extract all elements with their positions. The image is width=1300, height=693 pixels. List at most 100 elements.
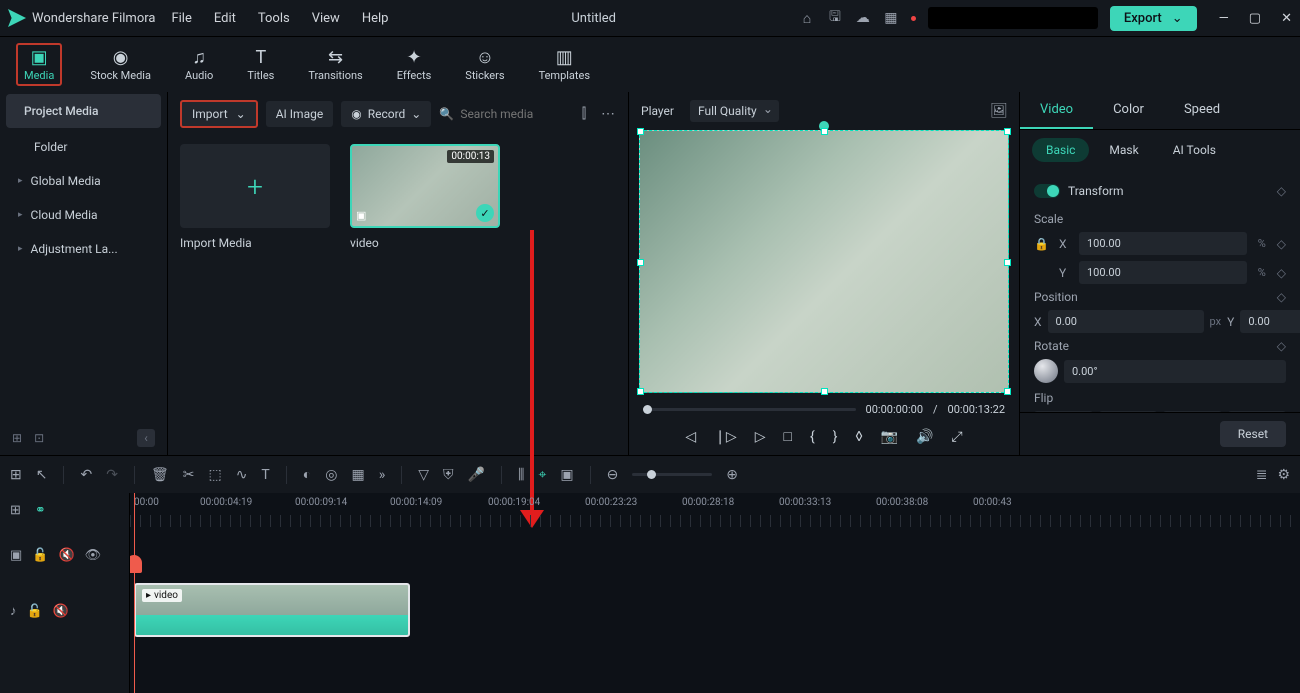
- settings-icon[interactable]: ⚙: [1277, 467, 1290, 483]
- promo-banner[interactable]: [928, 7, 1098, 29]
- mixer-icon[interactable]: ⫼: [518, 467, 524, 483]
- cloud-icon[interactable]: ☁: [855, 10, 871, 26]
- apps-icon[interactable]: ▦: [883, 10, 899, 26]
- lock-icon[interactable]: 🔒: [1034, 237, 1049, 251]
- resize-handle[interactable]: [821, 128, 828, 135]
- transform-toggle[interactable]: [1034, 184, 1060, 198]
- mute-icon[interactable]: 🔇: [53, 604, 69, 619]
- menu-edit[interactable]: Edit: [214, 11, 236, 26]
- rotate-knob[interactable]: [1034, 359, 1058, 383]
- close-button[interactable]: ✕: [1281, 11, 1292, 26]
- minimize-button[interactable]: —: [1219, 11, 1229, 26]
- tab-media[interactable]: ▣Media: [16, 43, 62, 86]
- timeline-ruler[interactable]: 00:00 00:00:04:19 00:00:09:14 00:00:14:0…: [130, 493, 1300, 527]
- add-media-thumb[interactable]: +: [180, 144, 330, 228]
- step-back-icon[interactable]: ❘▷: [714, 429, 737, 445]
- sidebar-item-project-media[interactable]: Project Media: [6, 94, 161, 128]
- tab-stock-media[interactable]: ◉Stock Media: [84, 45, 157, 84]
- crop-icon[interactable]: ⬚: [208, 467, 221, 483]
- zoom-handle[interactable]: [647, 470, 656, 479]
- visibility-icon[interactable]: 👁: [85, 548, 102, 563]
- color-icon[interactable]: ◐: [303, 466, 311, 483]
- zoom-slider[interactable]: [632, 473, 712, 476]
- shield-icon[interactable]: ⛨: [443, 467, 454, 483]
- maximize-button[interactable]: ▢: [1249, 11, 1261, 26]
- video-track-header[interactable]: ▣ 🔓 🔇 👁: [0, 527, 129, 583]
- undo-icon[interactable]: ↶: [80, 467, 92, 483]
- play-icon[interactable]: ▷: [755, 429, 766, 445]
- resize-handle[interactable]: [637, 388, 644, 395]
- playhead-handle[interactable]: [130, 555, 142, 573]
- sidebar-item-cloud-media[interactable]: ▸Cloud Media: [0, 198, 167, 232]
- tab-video[interactable]: Video: [1020, 92, 1093, 129]
- new-folder-icon[interactable]: ⊞: [12, 431, 22, 445]
- export-button[interactable]: Export ⌄: [1110, 6, 1197, 31]
- grid-icon[interactable]: ⊞: [10, 467, 22, 483]
- subtab-mask[interactable]: Mask: [1095, 138, 1152, 162]
- timeline-clip[interactable]: ▸video: [134, 583, 410, 637]
- timeline-tracks[interactable]: 00:00 00:00:04:19 00:00:09:14 00:00:14:0…: [130, 493, 1300, 693]
- marker-icon[interactable]: ◊: [855, 429, 862, 445]
- delete-icon[interactable]: 🗑: [151, 467, 169, 483]
- resize-handle[interactable]: [637, 128, 644, 135]
- text-icon[interactable]: T: [261, 467, 269, 483]
- menu-view[interactable]: View: [312, 11, 340, 26]
- sidebar-item-adjustment-layer[interactable]: ▸Adjustment La...: [0, 232, 167, 266]
- mic-icon[interactable]: 🎤: [468, 467, 485, 483]
- prev-icon[interactable]: ◁: [685, 429, 696, 445]
- tab-titles[interactable]: TTitles: [241, 45, 280, 84]
- snapshot-icon[interactable]: 🖼: [991, 103, 1007, 119]
- progress-bar[interactable]: [643, 408, 856, 411]
- collapse-sidebar-button[interactable]: ‹: [137, 429, 155, 447]
- import-media-card[interactable]: + Import Media: [180, 144, 330, 250]
- media-clip-thumb[interactable]: 00:00:13 ▣ ✓: [350, 144, 500, 228]
- resize-handle[interactable]: [1004, 259, 1011, 266]
- resize-handle[interactable]: [637, 259, 644, 266]
- keyframe-icon[interactable]: ◇: [1277, 290, 1286, 304]
- filter-icon[interactable]: ⫿: [576, 106, 592, 122]
- add-track-icon[interactable]: ⊞: [10, 503, 21, 518]
- tab-stickers[interactable]: ☺Stickers: [459, 45, 510, 84]
- search-media[interactable]: 🔍: [439, 107, 550, 121]
- ai-image-button[interactable]: AI Image: [266, 101, 333, 127]
- lock-icon[interactable]: 🔓: [27, 604, 43, 619]
- device-icon[interactable]: ⌂: [799, 10, 815, 26]
- tab-effects[interactable]: ✦Effects: [391, 45, 438, 84]
- resize-handle[interactable]: [1004, 128, 1011, 135]
- keyframe-icon[interactable]: ◇: [1277, 184, 1286, 198]
- media-clip-card[interactable]: 00:00:13 ▣ ✓ video: [350, 144, 500, 250]
- keyframe-icon[interactable]: ◇: [1277, 339, 1286, 353]
- cut-icon[interactable]: ✂: [183, 467, 195, 483]
- quality-select[interactable]: Full Quality: [690, 100, 779, 122]
- mark-in-icon[interactable]: {: [810, 429, 815, 445]
- save-icon[interactable]: 🖫: [827, 10, 843, 26]
- fullscreen-icon[interactable]: ⤢: [951, 429, 962, 445]
- progress-handle[interactable]: [643, 405, 652, 414]
- mute-icon[interactable]: 🔇: [58, 548, 74, 563]
- menu-tools[interactable]: Tools: [258, 11, 290, 26]
- scale-x-input[interactable]: [1079, 232, 1247, 255]
- render-icon[interactable]: ▣: [560, 467, 573, 483]
- new-bin-icon[interactable]: ⊡: [34, 431, 44, 445]
- tab-color[interactable]: Color: [1093, 92, 1164, 129]
- menu-help[interactable]: Help: [362, 11, 389, 26]
- search-input[interactable]: [460, 107, 550, 121]
- zoom-in-icon[interactable]: ⊕: [726, 467, 738, 483]
- rotate-input[interactable]: [1064, 360, 1286, 383]
- tab-speed[interactable]: Speed: [1164, 92, 1240, 129]
- pos-x-input[interactable]: [1048, 310, 1204, 333]
- subtab-basic[interactable]: Basic: [1032, 138, 1089, 162]
- mark-out-icon[interactable]: }: [833, 429, 838, 445]
- keyframe-tool-icon[interactable]: ▦: [351, 467, 364, 483]
- subtab-ai-tools[interactable]: AI Tools: [1159, 138, 1230, 162]
- import-button[interactable]: Import⌄: [180, 100, 258, 128]
- sidebar-item-folder[interactable]: Folder: [0, 130, 167, 164]
- track-manager-icon[interactable]: ≣: [1256, 467, 1268, 483]
- zoom-out-icon[interactable]: ⊖: [607, 467, 619, 483]
- pos-y-input[interactable]: [1240, 310, 1300, 333]
- adjust-icon[interactable]: ◎: [325, 467, 337, 483]
- camera-icon[interactable]: 📷: [881, 429, 898, 445]
- preview-canvas[interactable]: [639, 130, 1009, 393]
- stop-icon[interactable]: □: [783, 428, 791, 445]
- link-icon[interactable]: ⚭: [35, 503, 46, 518]
